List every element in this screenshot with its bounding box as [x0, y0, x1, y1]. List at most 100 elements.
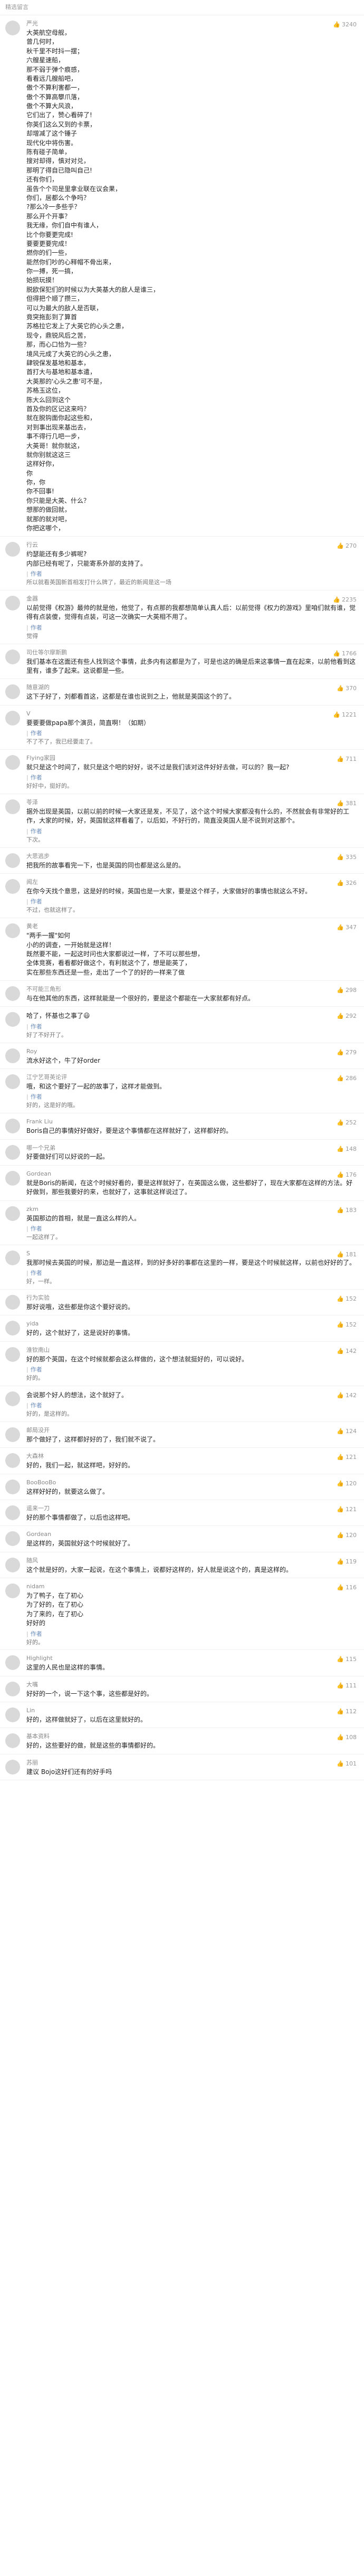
like-button[interactable]: 👍 148: [337, 1145, 357, 1153]
like-button[interactable]: 👍 120: [337, 1531, 357, 1540]
comment-username[interactable]: 司仕等尔摩斯鹏: [26, 648, 358, 657]
avatar[interactable]: [5, 1427, 20, 1443]
avatar[interactable]: [5, 1733, 20, 1749]
like-button[interactable]: 👍 381: [337, 799, 357, 808]
avatar[interactable]: [5, 986, 20, 1001]
comment-username[interactable]: S: [26, 1249, 358, 1258]
comment-username[interactable]: 黄老: [26, 922, 358, 931]
comment-username[interactable]: 遥来一刀: [26, 1504, 358, 1513]
comment-username[interactable]: nidam: [26, 1582, 358, 1591]
comment-username[interactable]: 随风: [26, 1557, 358, 1565]
avatar[interactable]: [5, 799, 20, 815]
like-button[interactable]: 👍 270: [337, 542, 357, 550]
comment-username[interactable]: 严光: [26, 20, 358, 28]
like-button[interactable]: 👍 176: [337, 1171, 357, 1179]
avatar[interactable]: [5, 1479, 20, 1494]
like-button[interactable]: 👍 286: [337, 1074, 357, 1083]
like-button[interactable]: 👍 1221: [333, 711, 357, 719]
avatar[interactable]: [5, 1583, 20, 1599]
avatar[interactable]: [5, 923, 20, 939]
comment-username[interactable]: 不可能三角形: [26, 985, 358, 994]
avatar[interactable]: [5, 1144, 20, 1160]
avatar[interactable]: [5, 1505, 20, 1521]
comment-username[interactable]: 哪一个兄弟: [26, 1144, 358, 1152]
comment-username[interactable]: 基本资料: [26, 1732, 358, 1741]
like-button[interactable]: 👍 116: [337, 1583, 357, 1592]
like-button[interactable]: 👍 120: [337, 1480, 357, 1488]
comment-username[interactable]: 江宁艺哥英论评: [26, 1073, 358, 1082]
comment-username[interactable]: Highlight: [26, 1654, 358, 1663]
comment-username[interactable]: Gordean: [26, 1170, 358, 1178]
avatar[interactable]: [5, 1453, 20, 1468]
like-button[interactable]: 👍 183: [337, 1206, 357, 1215]
avatar[interactable]: [5, 1681, 20, 1696]
like-button[interactable]: 👍 370: [337, 684, 357, 693]
comment-username[interactable]: 苏丽: [26, 1759, 358, 1767]
like-button[interactable]: 👍 119: [337, 1558, 357, 1566]
like-button[interactable]: 👍 279: [337, 1048, 357, 1057]
like-button[interactable]: 👍 124: [337, 1427, 357, 1436]
avatar[interactable]: [5, 1759, 20, 1774]
like-button[interactable]: 👍 121: [337, 1453, 357, 1462]
like-button[interactable]: 👍 115: [337, 1655, 357, 1664]
comment-username[interactable]: 大嘴: [26, 1681, 358, 1689]
like-button[interactable]: 👍 121: [337, 1505, 357, 1514]
comment-username[interactable]: 闻左: [26, 878, 358, 886]
avatar[interactable]: [5, 710, 20, 726]
avatar[interactable]: [5, 1048, 20, 1063]
avatar[interactable]: [5, 21, 20, 35]
avatar[interactable]: [5, 649, 20, 664]
like-button[interactable]: 👍 298: [337, 986, 357, 995]
avatar[interactable]: [5, 1012, 20, 1027]
avatar[interactable]: [5, 1557, 20, 1572]
comment-username[interactable]: 苓泽: [26, 798, 358, 807]
avatar[interactable]: [5, 1391, 20, 1406]
like-button[interactable]: 👍 152: [337, 1321, 357, 1329]
avatar[interactable]: [5, 879, 20, 894]
avatar[interactable]: [5, 853, 20, 868]
avatar[interactable]: [5, 596, 20, 611]
avatar[interactable]: [5, 542, 20, 557]
avatar[interactable]: [5, 684, 20, 700]
like-button[interactable]: 👍 711: [337, 755, 357, 764]
like-button[interactable]: 👍 347: [337, 923, 357, 932]
like-button[interactable]: 👍 2235: [333, 596, 357, 604]
comment-username[interactable]: Flying家园: [26, 754, 358, 762]
avatar[interactable]: [5, 1321, 20, 1336]
like-button[interactable]: 👍 108: [337, 1733, 357, 1742]
like-button[interactable]: 👍 292: [337, 1012, 357, 1020]
like-button[interactable]: 👍 181: [337, 1251, 357, 1259]
like-button[interactable]: 👍 111: [337, 1682, 357, 1690]
avatar[interactable]: [5, 1074, 20, 1089]
avatar[interactable]: [5, 1294, 20, 1310]
like-button[interactable]: 👍 101: [337, 1760, 357, 1768]
avatar[interactable]: [5, 1170, 20, 1186]
comment-username[interactable]: Roy: [26, 1047, 358, 1056]
like-button[interactable]: 👍 142: [337, 1391, 357, 1400]
like-button[interactable]: 👍 335: [337, 853, 357, 862]
comment-username[interactable]: 行为实验: [26, 1294, 358, 1302]
comment-username[interactable]: Gordean: [26, 1530, 358, 1539]
avatar[interactable]: [5, 1347, 20, 1362]
comment-username[interactable]: V: [26, 710, 358, 718]
avatar[interactable]: [5, 1655, 20, 1671]
comment-username[interactable]: yida: [26, 1320, 358, 1328]
avatar[interactable]: [5, 755, 20, 770]
comment-username[interactable]: 随意湖的: [26, 683, 358, 692]
comment-username[interactable]: 大思逃步: [26, 852, 358, 861]
comment-username[interactable]: Frank Liu: [26, 1118, 358, 1126]
comment-username[interactable]: 金器: [26, 595, 358, 603]
comment-username[interactable]: 淮钦南山: [26, 1346, 358, 1354]
like-button[interactable]: 👍 3240: [333, 21, 357, 29]
comment-username[interactable]: Lin: [26, 1706, 358, 1715]
avatar[interactable]: [5, 1707, 20, 1723]
avatar[interactable]: [5, 1531, 20, 1547]
comment-username[interactable]: 邮局没开: [26, 1426, 358, 1435]
like-button[interactable]: 👍 152: [337, 1295, 357, 1303]
like-button[interactable]: 👍 142: [337, 1347, 357, 1356]
like-button[interactable]: 👍 252: [337, 1119, 357, 1127]
like-button[interactable]: 👍 326: [337, 879, 357, 888]
comment-username[interactable]: BooBooBo: [26, 1478, 358, 1487]
comment-username[interactable]: zkm: [26, 1205, 358, 1214]
avatar[interactable]: [5, 1206, 20, 1221]
